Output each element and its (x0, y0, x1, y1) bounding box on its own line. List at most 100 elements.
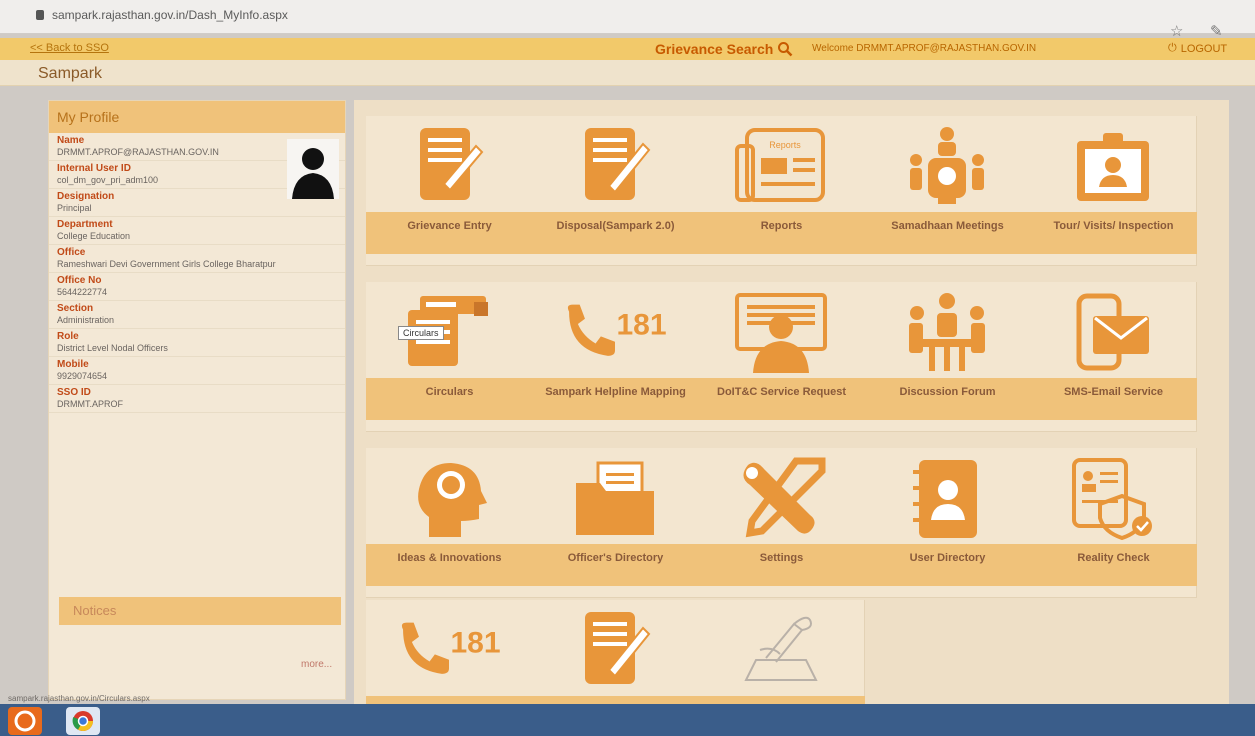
profile-field-value: College Education (57, 231, 131, 241)
profile-field-label: Office (57, 247, 86, 258)
profile-field-label: Section (57, 303, 94, 314)
grievance-search-button[interactable]: Grievance Search (655, 39, 793, 59)
welcome-text: Welcome DRMMT.APROF@RAJASTHAN.GOV.IN (812, 43, 1037, 54)
chrome-taskbar-icon[interactable] (66, 707, 100, 735)
profile-field: Section Administration (49, 301, 345, 329)
module-tile[interactable]: Reality Check (1030, 448, 1197, 598)
chrome-icon (72, 711, 93, 731)
module-tile-label: Discussion Forum (864, 378, 1031, 420)
screen: sampark.rajasthan.gov.in/Dash_MyInfo.asp… (0, 0, 1255, 736)
ideas-icon (396, 456, 502, 540)
profile-field: Office No 5644222774 (49, 273, 345, 301)
module-tile[interactable]: Samadhaan Meetings (864, 116, 1031, 266)
back-to-sso-link[interactable]: << Back to SSO (30, 42, 109, 54)
grievance-entry-icon (396, 124, 502, 208)
inspection-icon (1060, 124, 1166, 208)
circulars-tooltip: Circulars (398, 326, 444, 340)
profile-field-value: 9929074654 (57, 371, 108, 381)
forum-icon (894, 290, 1000, 374)
module-tile-label: DoIT&C Service Request (698, 378, 865, 420)
module-tile-label: Sampark Helpline Mapping (532, 378, 699, 420)
title-bar: Sampark (0, 60, 1255, 86)
module-tile-label: Reports (698, 212, 865, 254)
url-text[interactable]: sampark.rajasthan.gov.in/Dash_MyInfo.asp… (52, 8, 288, 22)
module-tile-label: Settings (698, 544, 865, 586)
module-tile-label: Reality Check (1030, 544, 1197, 586)
logout-button[interactable]: ⏻ LOGOUT (1168, 42, 1227, 55)
profile-heading: My Profile (49, 101, 345, 133)
profile-field: Mobile 9929074654 (49, 357, 345, 385)
module-tile[interactable]: Disposal(Sampark 2.0) (532, 116, 699, 266)
module-tile[interactable]: Officer's Directory (532, 448, 699, 598)
settings-icon (728, 456, 834, 540)
module-tile-label: Grievance Entry (366, 212, 533, 254)
notices-heading: Notices (59, 597, 341, 625)
profile-field: SSO ID DRMMT.APROF (49, 385, 345, 413)
call-center-number-text: 181 (450, 627, 500, 660)
helpline-number-text: 181 (616, 309, 666, 342)
module-tile[interactable]: Reports Reports (698, 116, 865, 266)
suggestions-icon (728, 608, 834, 692)
module-grid: Grievance Entry Disposal(Sampark 2.0) Repo… (354, 100, 1229, 736)
lock-icon (36, 10, 44, 20)
module-tile-label: Circulars (366, 378, 533, 420)
search-icon (778, 42, 793, 57)
user-directory-icon (894, 456, 1000, 540)
profile-field-value: Principal (57, 203, 92, 213)
taskbar (0, 704, 1255, 736)
profile-field: Office Rameshwari Devi Government Girls C… (49, 245, 345, 273)
module-tile[interactable]: Settings (698, 448, 865, 598)
call-center-icon: 181 (396, 608, 502, 692)
opera-icon (14, 710, 36, 732)
profile-field-label: Mobile (57, 359, 89, 370)
module-tile[interactable]: User Directory (864, 448, 1031, 598)
profile-field-value: District Level Nodal Officers (57, 343, 168, 353)
reality-check-icon (1060, 456, 1166, 540)
helpline-icon: 181 (562, 290, 668, 374)
reports-badge-text: Reports (769, 140, 801, 150)
profile-field-label: Name (57, 135, 85, 146)
profile-field-label: Office No (57, 275, 102, 286)
sms-email-icon (1060, 290, 1166, 374)
profile-field-label: Department (57, 219, 113, 230)
folder-icon (562, 456, 668, 540)
avatar (287, 139, 339, 199)
module-tile-label: Disposal(Sampark 2.0) (532, 212, 699, 254)
module-tile[interactable]: SMS-Email Service (1030, 282, 1197, 432)
grievance-search-label: Grievance Search (655, 41, 774, 57)
module-tile[interactable]: Discussion Forum (864, 282, 1031, 432)
service-request-icon (728, 290, 834, 374)
opera-taskbar-icon[interactable] (8, 707, 42, 735)
disposal-icon (562, 124, 668, 208)
profile-field-value: Administration (57, 315, 115, 325)
module-tile[interactable]: Circulars (366, 282, 533, 432)
module-tile[interactable]: Ideas & Innovations (366, 448, 533, 598)
profile-field-label: SSO ID (57, 387, 91, 398)
profile-field-value: DRMMT.APROF@RAJASTHAN.GOV.IN (57, 147, 219, 157)
profile-field-value: DRMMT.APROF (57, 399, 123, 409)
browser-address-bar[interactable]: sampark.rajasthan.gov.in/Dash_MyInfo.asp… (0, 0, 1255, 40)
module-tile-label: User Directory (864, 544, 1031, 586)
module-tile[interactable]: Tour/ Visits/ Inspection (1030, 116, 1197, 266)
module-tile[interactable]: 181 Sampark Helpline Mapping (532, 282, 699, 432)
module-tile-label: Tour/ Visits/ Inspection (1030, 212, 1197, 254)
power-icon: ⏻ (1168, 42, 1177, 54)
module-tile-label: SMS-Email Service (1030, 378, 1197, 420)
module-tile[interactable]: Grievance Entry (366, 116, 533, 266)
profile-field-value: 5644222774 (57, 287, 108, 297)
module-tile-label: Ideas & Innovations (366, 544, 533, 586)
status-bar-url: sampark.rajasthan.gov.in/Circulars.aspx (8, 694, 150, 703)
top-header-bar: << Back to SSO Grievance Search Welcome … (0, 38, 1255, 60)
profile-field: Department College Education (49, 217, 345, 245)
module-tile-label: Samadhaan Meetings (864, 212, 1031, 254)
logout-label: LOGOUT (1180, 42, 1228, 55)
profile-field-label: Role (57, 331, 79, 342)
profile-panel: My Profile Name DRMMT.APROF@RAJASTHAN.GOV… (48, 100, 346, 700)
reports-icon: Reports (728, 124, 834, 208)
notices-more-link[interactable]: more... (301, 659, 332, 670)
user-silhouette-icon (292, 148, 334, 199)
dashboard-icon (562, 608, 668, 692)
module-tile-label: Officer's Directory (532, 544, 699, 586)
module-tile[interactable]: DoIT&C Service Request (698, 282, 865, 432)
meetings-icon (894, 124, 1000, 208)
